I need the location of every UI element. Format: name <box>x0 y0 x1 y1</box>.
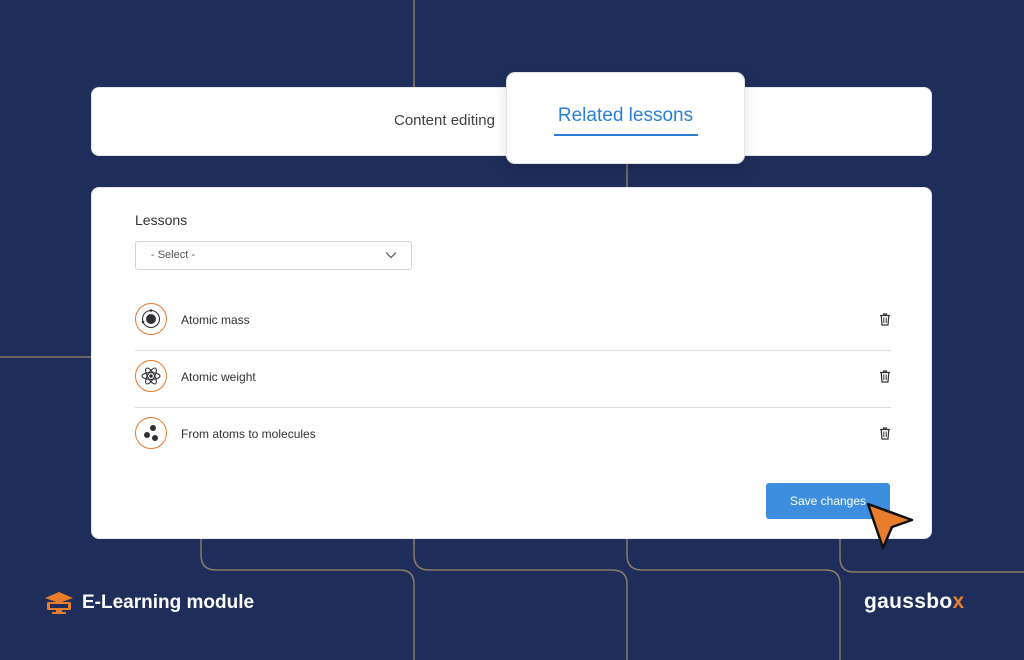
logo-accent: x <box>952 590 965 613</box>
tab-related-lessons[interactable]: Related lessons <box>506 72 745 164</box>
logo-text: gaussbo <box>864 590 953 613</box>
active-tab-indicator <box>554 134 698 136</box>
graduation-cap-icon <box>45 592 73 614</box>
chevron-down-icon <box>385 252 397 259</box>
gaussbox-logo: gaussbox <box>864 590 964 614</box>
list-item: Atomic weight <box>135 351 891 408</box>
related-lessons-panel: Lessons - Select - Atomic mass Atomic we… <box>91 187 932 539</box>
trash-icon[interactable] <box>879 370 891 383</box>
lesson-title: From atoms to molecules <box>181 427 316 441</box>
module-label: E-Learning module <box>82 592 255 613</box>
pointer-cursor-icon <box>866 502 914 550</box>
list-item: Atomic mass <box>135 294 891 351</box>
atom-orbit-icon <box>135 303 167 335</box>
lesson-list: Atomic mass Atomic weight From atoms to … <box>135 294 891 464</box>
list-item: From atoms to molecules <box>135 408 891 464</box>
trash-icon[interactable] <box>879 313 891 326</box>
lesson-title: Atomic mass <box>181 313 250 327</box>
module-brand: E-Learning module <box>44 591 254 615</box>
lessons-field-label: Lessons <box>135 212 188 228</box>
molecule-icon <box>135 417 167 449</box>
lessons-select[interactable]: - Select - <box>135 241 412 270</box>
lessons-select-value: - Select - <box>151 249 196 261</box>
lesson-title: Atomic weight <box>181 370 256 384</box>
atom-icon <box>135 360 167 392</box>
trash-icon[interactable] <box>879 427 891 440</box>
tab-related-lessons-label: Related lessons <box>557 105 694 126</box>
tab-content-editing[interactable]: Content editing <box>394 112 495 129</box>
